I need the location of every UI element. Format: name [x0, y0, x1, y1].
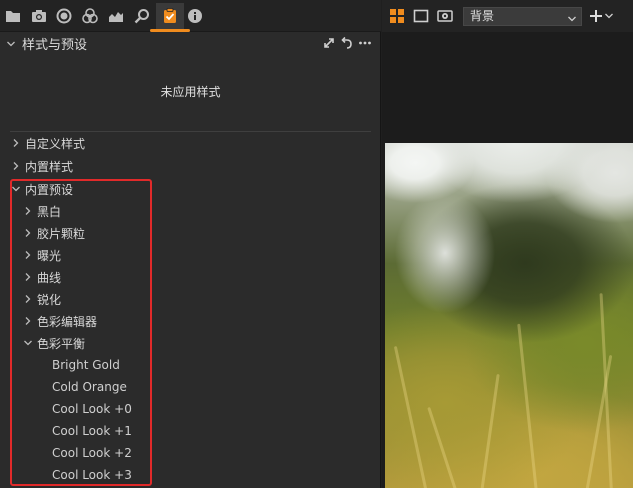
panel-title: 样式与预设 [22, 38, 88, 53]
preset-item[interactable]: Cold Orange [52, 376, 127, 398]
camera-icon[interactable] [31, 8, 47, 24]
tree-item-group[interactable]: 色彩编辑器 [23, 310, 97, 332]
preset-item[interactable]: Cool Look +3 [52, 464, 132, 486]
more-options-icon[interactable] [358, 36, 372, 50]
search-icon[interactable] [134, 8, 150, 24]
photo-texture [517, 323, 538, 488]
tree-item-custom-styles[interactable]: 自定义样式 [11, 132, 85, 154]
tree-item-group[interactable]: 胶片颗粒 [23, 222, 85, 244]
grid-view-icon[interactable] [389, 8, 405, 24]
single-view-icon[interactable] [413, 8, 429, 24]
photo-texture [427, 406, 458, 488]
tree-item-label: 色彩编辑器 [37, 314, 98, 329]
chevron-right-icon [23, 294, 33, 304]
background-select-value: 背景 [470, 9, 495, 23]
tool-tabs-bar [0, 0, 381, 32]
styles-panel: 样式与预设 未应用样式 自定义样式 内置样式 内置预设 黑白 胶片颗粒 曝光 曲… [0, 0, 381, 488]
chevron-right-icon [23, 316, 33, 326]
tree-item-group[interactable]: 黑白 [23, 200, 61, 222]
chevron-right-icon [23, 250, 33, 260]
photo-preview[interactable] [385, 143, 633, 488]
chevron-down-icon[interactable] [6, 38, 16, 48]
viewer-panel: 背景 [382, 0, 633, 488]
color-circles-icon[interactable] [82, 8, 98, 24]
tree-item-label: 锐化 [37, 292, 62, 307]
tree-item-group[interactable]: 曲线 [23, 266, 61, 288]
eye-icon[interactable] [437, 8, 453, 24]
reset-icon[interactable] [340, 36, 354, 50]
tree-item-group[interactable]: 锐化 [23, 288, 61, 310]
tree-item-label: 色彩平衡 [37, 336, 86, 351]
tree-item-label: 自定义样式 [25, 136, 86, 151]
preset-item[interactable]: Cool Look +0 [52, 398, 132, 420]
viewer-toolbar: 背景 [382, 0, 633, 32]
no-style-applied-text: 未应用样式 [160, 85, 221, 99]
histogram-icon[interactable] [108, 8, 124, 24]
circle-icon[interactable] [56, 8, 72, 24]
chevron-right-icon [11, 138, 21, 148]
tree-item-color-balance[interactable]: 色彩平衡 [23, 332, 85, 354]
styles-badge-icon[interactable] [162, 8, 178, 24]
preset-item[interactable]: Bright Gold [52, 354, 120, 376]
chevron-right-icon [23, 228, 33, 238]
info-icon[interactable] [187, 8, 203, 24]
tree-item-label: 黑白 [37, 204, 62, 219]
photo-texture [480, 373, 500, 488]
tree-item-group[interactable]: 曝光 [23, 244, 61, 266]
chevron-right-icon [11, 161, 21, 171]
preset-item[interactable]: Cool Look +1 [52, 420, 132, 442]
tree-item-label: 曝光 [37, 248, 62, 263]
chevron-down-icon [23, 338, 33, 348]
tree-item-builtin-styles[interactable]: 内置样式 [11, 155, 73, 177]
tree-item-label: 曲线 [37, 270, 62, 285]
photo-texture [599, 293, 613, 488]
tree-item-label: 胶片颗粒 [37, 226, 86, 241]
chevron-down-icon [11, 184, 21, 194]
photo-texture [393, 345, 428, 488]
panel-header[interactable]: 样式与预设 [0, 32, 381, 54]
preset-item[interactable]: Cool Look +2 [52, 442, 132, 464]
folder-icon[interactable] [5, 8, 21, 24]
tree-item-label: 内置样式 [25, 159, 74, 174]
chevron-right-icon [23, 206, 33, 216]
background-select[interactable]: 背景 [463, 7, 582, 26]
tree-item-builtin-presets[interactable]: 内置预设 [11, 178, 73, 200]
add-icon[interactable] [588, 8, 604, 24]
chevron-right-icon [23, 272, 33, 282]
tree-item-label: 内置预设 [25, 182, 74, 197]
chevron-down-icon[interactable] [604, 8, 614, 24]
chevron-down-icon [567, 12, 577, 22]
expand-icon[interactable] [322, 36, 336, 50]
